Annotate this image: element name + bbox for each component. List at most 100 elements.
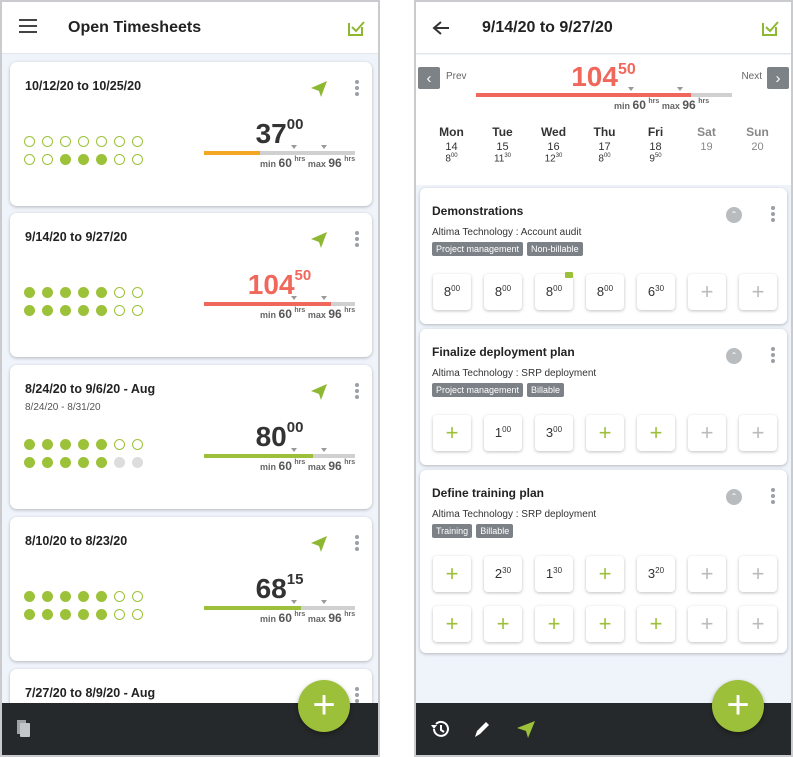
collapse-icon[interactable]: ⌃ (726, 348, 742, 364)
day-status-dot (96, 154, 107, 165)
checkbox-approve-icon[interactable] (346, 18, 366, 38)
day-column-tue[interactable]: Tue 15 1130 (477, 125, 528, 164)
submit-send-icon[interactable] (310, 383, 328, 406)
more-options-icon[interactable] (355, 231, 359, 249)
hours-cell[interactable]: 100 (484, 415, 522, 451)
day-status-dots (24, 287, 150, 316)
add-hours-button[interactable]: + (433, 606, 471, 642)
task-card: Demonstrations Altima Technology : Accoun… (420, 188, 787, 324)
add-hours-button[interactable]: + (484, 606, 522, 642)
day-status-dot (24, 136, 35, 147)
add-hours-button[interactable]: + (637, 415, 675, 451)
max-marker (321, 296, 327, 300)
page-title: 9/14/20 to 9/27/20 (482, 19, 613, 36)
send-icon[interactable] (516, 719, 536, 739)
max-marker (321, 145, 327, 149)
tag: Project management (432, 383, 524, 397)
hours-progress-bar (204, 145, 355, 155)
more-options-icon[interactable] (355, 535, 359, 553)
more-options-icon[interactable] (355, 80, 359, 98)
day-hours: 800 (445, 153, 458, 165)
day-status-dot (114, 136, 125, 147)
hours-cell[interactable]: 230 (484, 556, 522, 592)
day-column-thu[interactable]: Thu 17 800 (579, 125, 630, 164)
hours-cell[interactable]: 630 (637, 274, 675, 310)
day-status-dot (78, 457, 89, 468)
more-options-icon[interactable] (355, 383, 359, 401)
day-status-dot (42, 457, 53, 468)
timesheet-card[interactable]: 9/14/20 to 9/27/20 10450 min 60 hrs max 96… (10, 213, 372, 357)
add-hours-button[interactable]: + (586, 415, 624, 451)
more-options-icon[interactable] (771, 488, 775, 506)
copy-icon[interactable] (16, 719, 32, 739)
back-arrow-icon[interactable] (432, 20, 450, 36)
day-column-mon[interactable]: Mon 14 800 (426, 125, 477, 164)
timesheet-period: 9/14/20 to 9/27/20 (25, 230, 128, 244)
day-column-sun[interactable]: Sun 20 (732, 125, 783, 164)
add-hours-button[interactable]: + (586, 606, 624, 642)
collapse-icon[interactable]: ⌃ (726, 489, 742, 505)
collapse-icon[interactable]: ⌃ (726, 207, 742, 223)
day-status-dot (132, 305, 143, 316)
header: Open Timesheets (2, 2, 378, 54)
timesheet-card[interactable]: 8/10/20 to 8/23/20 6815 min 60 hrs max 96 … (10, 517, 372, 661)
hours-cell[interactable]: 320 (637, 556, 675, 592)
add-hours-button[interactable]: + (586, 556, 624, 592)
add-hours-button[interactable]: + (739, 606, 777, 642)
hours-cell[interactable]: 800 (433, 274, 471, 310)
submit-send-icon[interactable] (310, 535, 328, 558)
progress-fill (204, 454, 313, 458)
day-hours: 950 (649, 153, 662, 165)
timesheet-card[interactable]: 8/24/20 to 9/6/20 - Aug 8/24/20 - 8/31/20… (10, 365, 372, 509)
day-column-sat[interactable]: Sat 19 (681, 125, 732, 164)
submit-send-icon[interactable] (310, 231, 328, 254)
more-options-icon[interactable] (771, 206, 775, 224)
add-hours-button[interactable]: + (433, 556, 471, 592)
add-hours-button[interactable]: + (739, 274, 777, 310)
hours-cell[interactable]: 300 (535, 415, 573, 451)
checkbox-approve-icon[interactable] (760, 18, 780, 38)
day-status-dot (78, 287, 89, 298)
hours-cell[interactable]: 800 (535, 272, 573, 310)
day-status-dot (42, 591, 53, 602)
day-column-wed[interactable]: Wed 16 1230 (528, 125, 579, 164)
add-hours-button[interactable]: + (739, 415, 777, 451)
hours-row: + + + + + + + (433, 606, 777, 642)
day-name: Wed (540, 125, 567, 139)
hours-progress-bar (204, 600, 355, 610)
day-name: Sun (746, 125, 769, 139)
more-options-icon[interactable] (771, 347, 775, 365)
total-hours: 8000 (255, 419, 304, 452)
hours-cell[interactable]: 800 (586, 274, 624, 310)
day-status-dot (132, 287, 143, 298)
tag: Non-billable (527, 242, 583, 256)
min-marker (291, 448, 297, 452)
add-hours-button[interactable]: + (688, 274, 726, 310)
add-hours-button[interactable]: + (688, 606, 726, 642)
add-hours-button[interactable]: + (688, 556, 726, 592)
add-hours-button[interactable]: + (688, 415, 726, 451)
hours-cell[interactable]: 130 (535, 556, 573, 592)
add-hours-button[interactable]: + (433, 415, 471, 451)
add-hours-button[interactable]: + (535, 606, 573, 642)
day-column-fri[interactable]: Fri 18 950 (630, 125, 681, 164)
timesheet-period: 8/10/20 to 8/23/20 (25, 534, 128, 548)
min-max-label: min 60 hrs max 96 hrs (260, 611, 356, 625)
edit-pencil-icon[interactable] (472, 719, 492, 739)
comment-icon[interactable] (565, 272, 573, 278)
add-hours-button[interactable]: + (637, 606, 675, 642)
day-status-dot (60, 136, 71, 147)
add-hours-button[interactable]: + (739, 556, 777, 592)
day-status-dot (60, 439, 71, 450)
day-status-dot (24, 591, 35, 602)
day-status-dot (60, 287, 71, 298)
day-status-dot (60, 457, 71, 468)
add-timesheet-button[interactable]: + (298, 680, 350, 732)
history-icon[interactable] (430, 719, 450, 739)
add-entry-button[interactable]: + (712, 680, 764, 732)
hamburger-menu-icon[interactable] (19, 18, 39, 34)
timesheet-card[interactable]: 10/12/20 to 10/25/20 3700 min 60 hrs max 9… (10, 62, 372, 206)
timesheet-period: 10/12/20 to 10/25/20 (25, 79, 142, 93)
submit-send-icon[interactable] (310, 80, 328, 103)
hours-cell[interactable]: 800 (484, 274, 522, 310)
